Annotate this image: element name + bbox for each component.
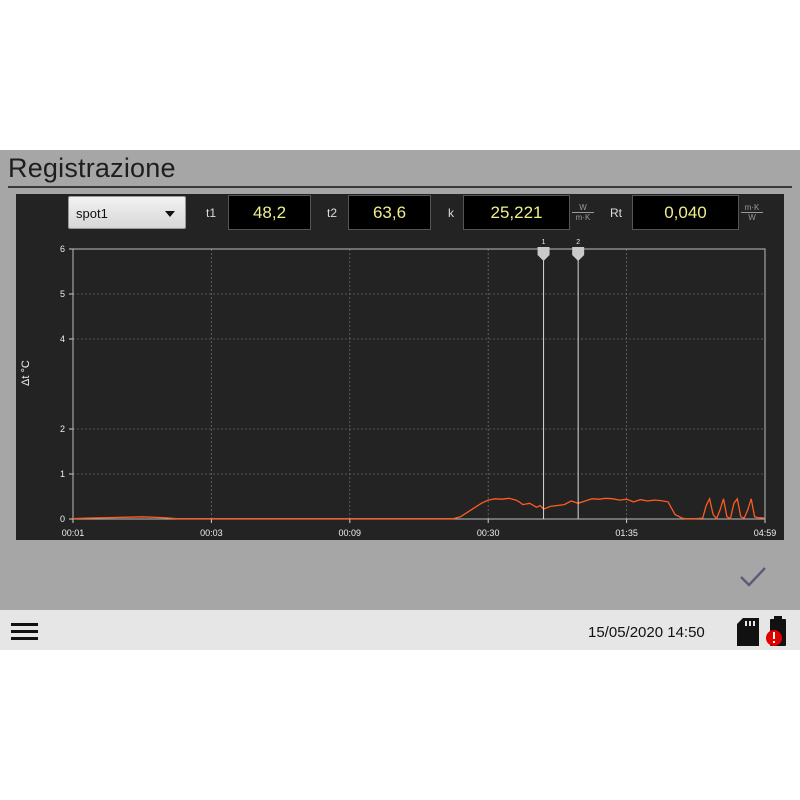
page-title: Registrazione: [8, 153, 176, 183]
sd-card-icon: [737, 618, 759, 646]
cursor-marker-handle: [572, 247, 585, 261]
x-tick-label: 00:01: [62, 528, 85, 538]
y-tick-label: 0: [60, 514, 65, 524]
x-tick-label: 01:35: [615, 528, 638, 538]
hamburger-menu-icon[interactable]: [11, 623, 38, 640]
x-tick-label: 00:09: [339, 528, 362, 538]
y-tick-label: 6: [60, 244, 65, 254]
battery-warning-icon: [766, 616, 786, 646]
status-bar: 15/05/2020 14:50: [0, 610, 800, 650]
plot-frame: [72, 248, 766, 520]
cursor-marker-label: 2: [576, 239, 580, 246]
chart-panel: spot1 t1 48,2 t2 63,6 k 25,221 W m·K Rt …: [16, 194, 784, 540]
x-tick-label: 00:03: [200, 528, 223, 538]
datetime-display: 15/05/2020 14:50: [588, 624, 705, 641]
x-tick-label: 00:30: [477, 528, 500, 538]
temperature-chart[interactable]: 00:01 00:03 00:09 00:30 01:35 04:59 0 1 2 4 5 6 1 2: [16, 194, 784, 540]
y-tick-label: 5: [60, 289, 65, 299]
cursor-marker-label: 1: [542, 239, 546, 246]
data-series-line: [72, 496, 766, 520]
x-tick-label: 04:59: [754, 528, 777, 538]
checkmark-icon[interactable]: [738, 564, 768, 590]
y-tick-label: 4: [60, 334, 65, 344]
y-tick-label: 2: [60, 424, 65, 434]
title-divider: [8, 186, 792, 188]
y-axis-label: Δt °C: [20, 360, 32, 386]
cursor-marker-handle: [537, 247, 550, 261]
app-screen: Registrazione spot1 t1 48,2 t2 63,6 k 25…: [0, 150, 800, 650]
y-tick-label: 1: [60, 469, 65, 479]
